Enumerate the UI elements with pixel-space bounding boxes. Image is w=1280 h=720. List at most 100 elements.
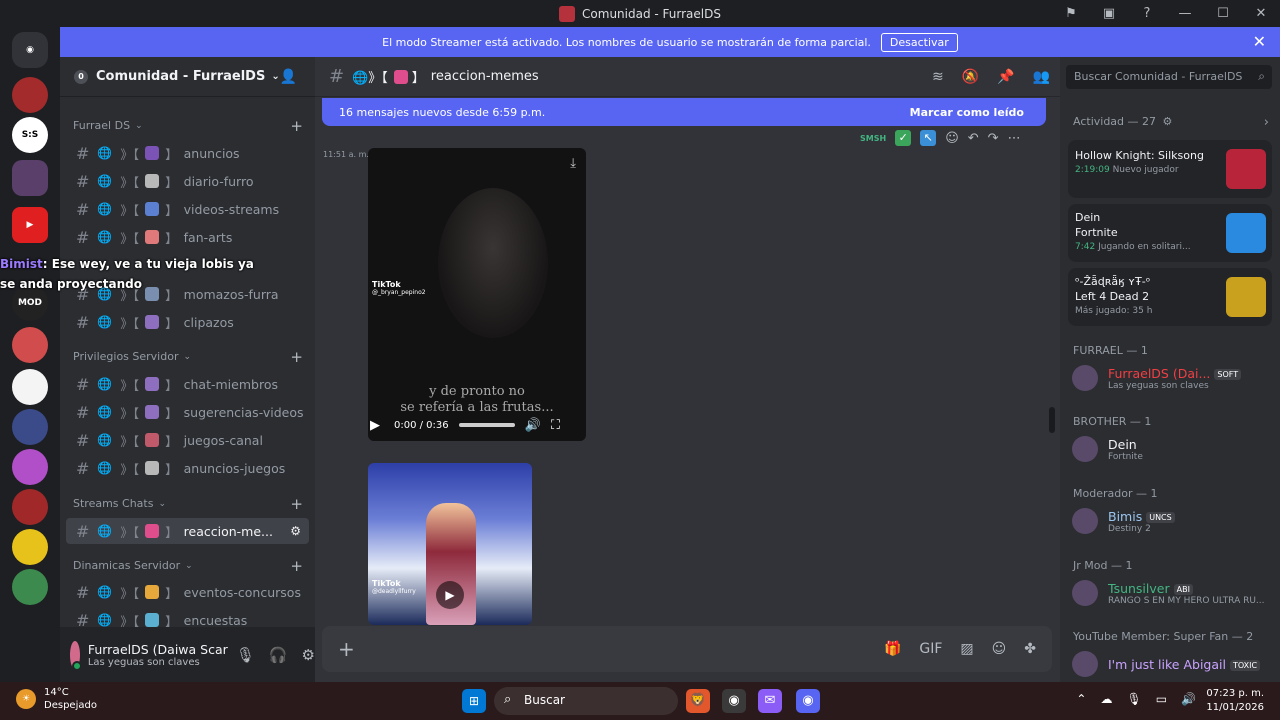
channel-item[interactable]: # 🌐 》【 】 diario-furro bbox=[66, 168, 309, 194]
clock[interactable]: 07:23 p. m. 11/01/2026 bbox=[1206, 687, 1264, 715]
video-attachment[interactable]: ⤓ TikTok @_bryan_pepino2 y de pronto no … bbox=[368, 148, 586, 441]
apps-icon[interactable]: ✤ bbox=[1024, 641, 1036, 657]
discord-icon[interactable]: ◉ bbox=[796, 689, 820, 713]
server-avatar-4[interactable] bbox=[12, 449, 48, 485]
inbox-icon[interactable]: ⚑ bbox=[1052, 6, 1090, 21]
channel-item[interactable]: # 🌐 》【 】 anuncios bbox=[66, 140, 309, 166]
play-icon[interactable]: ▶ bbox=[370, 418, 380, 433]
server-furrael[interactable] bbox=[12, 77, 48, 113]
minimize-button[interactable]: — bbox=[1166, 6, 1204, 21]
download-icon[interactable]: ▣ bbox=[1090, 6, 1128, 21]
invite-icon[interactable]: 👤 bbox=[280, 69, 297, 85]
chevron-up-icon[interactable]: ⌃ bbox=[1076, 692, 1086, 706]
channel-settings-icon[interactable]: ⚙ bbox=[290, 524, 301, 538]
reply-icon[interactable]: ↶ bbox=[968, 131, 979, 146]
channel-item[interactable]: # 🌐 》【 】 juegos-canal bbox=[66, 427, 309, 453]
server-avatar-7[interactable] bbox=[12, 569, 48, 605]
member-item[interactable]: I'm just like Abigail TOXIC bbox=[1072, 647, 1272, 681]
server-avatar-5[interactable] bbox=[12, 489, 48, 525]
channel-item[interactable]: # 🌐 》【 】 clipazos bbox=[66, 309, 309, 335]
channel-item[interactable]: # 🌐 》【 】 reaccion-me... ⚙ bbox=[66, 518, 309, 544]
fullscreen-icon[interactable]: ⛶ bbox=[551, 418, 560, 433]
close-icon[interactable]: ✕ bbox=[1253, 32, 1266, 51]
mic-icon[interactable]: 🎙 bbox=[1126, 692, 1141, 706]
settings-icon[interactable]: ⚙ bbox=[302, 646, 315, 664]
threads-icon[interactable]: ≋ bbox=[932, 69, 944, 85]
message-composer[interactable]: + 🎁 GIF ▨ ☺ ✤ bbox=[322, 626, 1052, 672]
mark-read-button[interactable]: Marcar como leído bbox=[910, 106, 1024, 119]
weather-widget[interactable]: ☀ 14°C Despejado bbox=[16, 686, 97, 712]
network-icon[interactable]: ▭ bbox=[1156, 692, 1167, 706]
member-item[interactable]: Tsunsilver ABI RANGO S EN MY HERO ULTRA RU… bbox=[1072, 576, 1272, 610]
member-item[interactable]: Bimis UNCS Destiny 2 bbox=[1072, 504, 1272, 538]
forward-icon[interactable]: ↷ bbox=[988, 131, 999, 146]
activity-card[interactable]: Dein Fortnite 7:42 Jugando en solitari... bbox=[1068, 204, 1272, 262]
tray-app-icon[interactable]: ☁ bbox=[1100, 692, 1112, 706]
speaker-icon[interactable]: 🔊 bbox=[1181, 692, 1196, 706]
gif-icon[interactable]: GIF bbox=[919, 641, 942, 657]
windows-start-icon[interactable]: ⊞ bbox=[462, 689, 486, 713]
microphone-icon[interactable]: 🎙 bbox=[236, 646, 255, 664]
member-item[interactable]: FurraelDS (Dai... SOFT Las yeguas son clav… bbox=[1072, 361, 1272, 395]
play-icon[interactable]: ▶ bbox=[436, 581, 464, 609]
channel-item[interactable]: # 🌐 》【 】 sugerencias-videos bbox=[66, 399, 309, 425]
category-header[interactable]: Furrael DS ⌄ + bbox=[73, 117, 303, 135]
scrollbar[interactable] bbox=[1049, 407, 1055, 433]
messenger-icon[interactable]: ✉ bbox=[758, 689, 782, 713]
channel-emoji-icon bbox=[145, 230, 160, 244]
add-channel-icon[interactable]: + bbox=[290, 117, 303, 135]
gift-icon[interactable]: 🎁 bbox=[884, 641, 901, 657]
add-attachment-icon[interactable]: + bbox=[338, 637, 355, 661]
close-button[interactable]: ✕ bbox=[1242, 6, 1280, 21]
reaction-emoji-icon[interactable]: SMSH bbox=[860, 134, 886, 143]
disable-streamer-button[interactable]: Desactivar bbox=[880, 32, 958, 52]
channel-item[interactable]: # 🌐 》【 】 chat-miembros bbox=[66, 371, 309, 397]
server-avatar-1[interactable] bbox=[12, 327, 48, 363]
guild-header[interactable]: 0 Comunidad - FurraelDS ⌄ 👤 bbox=[60, 57, 315, 97]
add-reaction-icon[interactable]: ☺ bbox=[945, 131, 959, 146]
help-icon[interactable]: ? bbox=[1128, 6, 1166, 21]
download-icon[interactable]: ⤓ bbox=[570, 156, 576, 171]
add-channel-icon[interactable]: + bbox=[290, 557, 303, 575]
activity-card[interactable]: ᵒ-Ẑǟɖʀǟӄ ʏŦ-ᵒ Left 4 Dead 2 Más jugado: 3… bbox=[1068, 268, 1272, 326]
headphones-icon[interactable]: 🎧 bbox=[269, 646, 288, 664]
category-header[interactable]: Privilegios Servidor ⌄ + bbox=[73, 348, 303, 366]
video-attachment-2[interactable]: TikTok @deadlyllfurry ▶ bbox=[368, 463, 532, 625]
add-channel-icon[interactable]: + bbox=[290, 348, 303, 366]
more-icon[interactable]: ⋯ bbox=[1008, 131, 1021, 146]
emoji-icon[interactable]: ☺ bbox=[992, 641, 1007, 657]
search-input[interactable]: Buscar Comunidad - FurraelDS ⌕ bbox=[1066, 65, 1272, 89]
check-reaction-icon[interactable]: ✓ bbox=[895, 130, 912, 146]
obs-icon[interactable]: ◉ bbox=[722, 689, 746, 713]
youtube-server-icon[interactable]: ▶ bbox=[12, 207, 48, 243]
server-ss[interactable]: S:S bbox=[12, 117, 48, 153]
pin-icon[interactable]: 📌 bbox=[997, 69, 1014, 85]
server-folder[interactable] bbox=[12, 160, 48, 196]
home-icon[interactable]: ◉ bbox=[12, 32, 48, 68]
member-item[interactable]: Dein Fortnite bbox=[1072, 432, 1272, 466]
mute-bell-icon[interactable]: 🔕 bbox=[962, 69, 979, 85]
category-header[interactable]: Streams Chats ⌄ + bbox=[73, 495, 303, 513]
brave-icon[interactable]: 🦁 bbox=[686, 689, 710, 713]
server-avatar-3[interactable] bbox=[12, 409, 48, 445]
taskbar-search[interactable]: ⌕ Buscar bbox=[494, 687, 678, 715]
channel-item[interactable]: # 🌐 》【 】 videos-streams bbox=[66, 196, 309, 222]
sticker-icon[interactable]: ▨ bbox=[960, 641, 973, 657]
bracket-close: 】 bbox=[165, 377, 178, 393]
maximize-button[interactable]: ☐ bbox=[1204, 6, 1242, 21]
volume-slider[interactable] bbox=[458, 423, 515, 427]
avatar[interactable] bbox=[70, 640, 82, 671]
channel-item[interactable]: # 🌐 》【 】 fan-arts bbox=[66, 224, 309, 250]
new-messages-bar[interactable]: 16 mensajes nuevos desde 6:59 p.m. Marca… bbox=[322, 98, 1046, 126]
chevron-right-icon[interactable]: › bbox=[1264, 115, 1269, 130]
channel-item[interactable]: # 🌐 》【 】 eventos-concursos bbox=[66, 579, 309, 605]
add-channel-icon[interactable]: + bbox=[290, 495, 303, 513]
server-avatar-2[interactable] bbox=[12, 369, 48, 405]
category-header[interactable]: Dinamicas Servidor ⌄ + bbox=[73, 557, 303, 575]
activity-card[interactable]: Hollow Knight: Silksong 2:19:09 Nuevo jug… bbox=[1068, 140, 1272, 198]
volume-icon[interactable]: 🔊 bbox=[525, 418, 541, 433]
channel-item[interactable]: # 🌐 》【 】 anuncios-juegos bbox=[66, 455, 309, 481]
arrow-reaction-icon[interactable]: ↖ bbox=[920, 130, 937, 146]
server-avatar-6[interactable] bbox=[12, 529, 48, 565]
members-icon[interactable]: 👥 bbox=[1033, 69, 1050, 85]
